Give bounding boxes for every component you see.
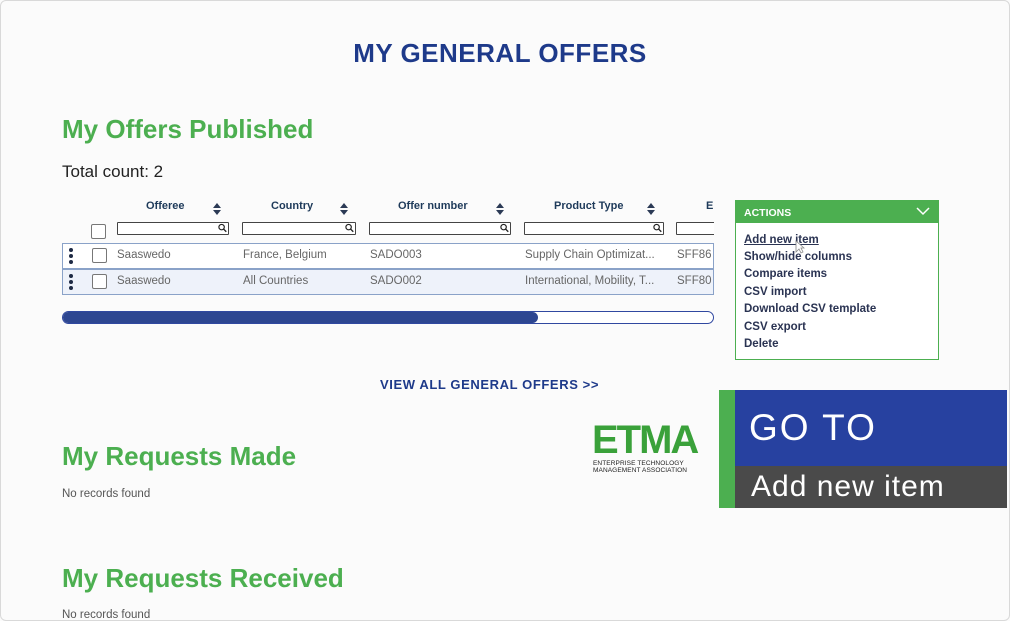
column-header-product-type[interactable]: Product Type	[554, 200, 623, 212]
cell-offer-number: SADO002	[370, 275, 422, 287]
cell-product-type: International, Mobility, T...	[525, 275, 655, 287]
requests-made-empty: No records found	[62, 488, 151, 500]
cell-e: SFF86	[677, 249, 712, 261]
cell-country: France, Belgium	[243, 249, 327, 261]
sort-icon[interactable]	[647, 203, 655, 217]
table-row[interactable]: Saaswedo All Countries SADO002 Internati…	[62, 269, 714, 295]
offers-table: Offeree Country Offer number Product Typ…	[62, 198, 714, 326]
column-header-e[interactable]: E	[706, 200, 713, 212]
logo-line1: ENTERPRISE TECHNOLOGY	[593, 460, 684, 467]
horizontal-scrollbar[interactable]	[62, 311, 714, 324]
search-icon	[500, 223, 509, 233]
chevron-down-icon[interactable]	[916, 205, 930, 217]
filter-e-input[interactable]	[676, 222, 714, 235]
filter-product-type-input[interactable]	[524, 222, 664, 235]
column-header-country[interactable]: Country	[271, 200, 313, 212]
total-count: Total count: 2	[62, 162, 164, 181]
cell-e: SFF80	[677, 275, 712, 287]
row-menu-icon[interactable]	[69, 274, 73, 290]
cell-offer-number: SADO003	[370, 249, 422, 261]
sort-icon[interactable]	[496, 203, 504, 217]
action-compare-items[interactable]: Compare items	[744, 268, 827, 280]
column-header-offeree[interactable]: Offeree	[146, 200, 185, 212]
column-header-offer-number[interactable]: Offer number	[398, 200, 468, 212]
banner-accent	[719, 390, 735, 508]
row-checkbox[interactable]	[92, 248, 107, 263]
banner-line1: GO TO	[749, 407, 877, 448]
cell-product-type: Supply Chain Optimizat...	[525, 249, 655, 261]
actions-panel: ACTIONS Add new item Show/hide columns C…	[735, 200, 939, 360]
cell-country: All Countries	[243, 275, 309, 287]
cell-offeree: Saaswedo	[117, 249, 171, 261]
goto-banner: GO TO Add new item	[719, 390, 1009, 508]
sort-icon[interactable]	[213, 203, 221, 217]
table-row[interactable]: Saaswedo France, Belgium SADO003 Supply …	[62, 243, 714, 269]
search-icon	[218, 223, 227, 233]
search-icon	[653, 223, 662, 233]
banner-top: GO TO	[735, 390, 1007, 466]
requests-received-title: My Requests Received	[62, 563, 344, 593]
requests-received-empty: No records found	[62, 609, 151, 621]
logo-wordmark: ETMA	[592, 418, 699, 462]
banner-line2: Add new item	[751, 470, 945, 503]
banner-bottom: Add new item	[735, 466, 1007, 508]
search-icon	[345, 223, 354, 233]
action-delete[interactable]: Delete	[744, 338, 779, 350]
row-menu-icon[interactable]	[69, 248, 73, 264]
filter-offer-number-input[interactable]	[369, 222, 511, 235]
filter-offeree-input[interactable]	[117, 222, 229, 235]
row-checkbox[interactable]	[92, 274, 107, 289]
cell-offeree: Saaswedo	[117, 275, 171, 287]
select-all-checkbox[interactable]	[91, 224, 106, 239]
action-csv-export[interactable]: CSV export	[744, 321, 806, 333]
etma-logo: ETMA ENTERPRISE TECHNOLOGY MANAGEMENT AS…	[592, 418, 702, 478]
action-csv-import[interactable]: CSV import	[744, 286, 807, 298]
requests-made-title: My Requests Made	[62, 441, 297, 471]
offers-published-title: My Offers Published	[62, 114, 314, 144]
page-title: MY GENERAL OFFERS	[353, 38, 647, 68]
filter-country-input[interactable]	[242, 222, 356, 235]
logo-line2: MANAGEMENT ASSOCIATION	[593, 467, 688, 474]
actions-header[interactable]: ACTIONS	[736, 201, 938, 223]
action-download-csv-template[interactable]: Download CSV template	[744, 303, 876, 315]
table-header: Offeree Country Offer number Product Typ…	[62, 198, 714, 240]
mouse-cursor-icon	[795, 240, 805, 254]
view-all-offers-link[interactable]: VIEW ALL GENERAL OFFERS >>	[380, 377, 599, 392]
sort-icon[interactable]	[340, 203, 348, 217]
action-add-new-item[interactable]: Add new item	[744, 234, 819, 246]
scrollbar-thumb[interactable]	[63, 312, 538, 323]
actions-header-label: ACTIONS	[744, 207, 792, 219]
